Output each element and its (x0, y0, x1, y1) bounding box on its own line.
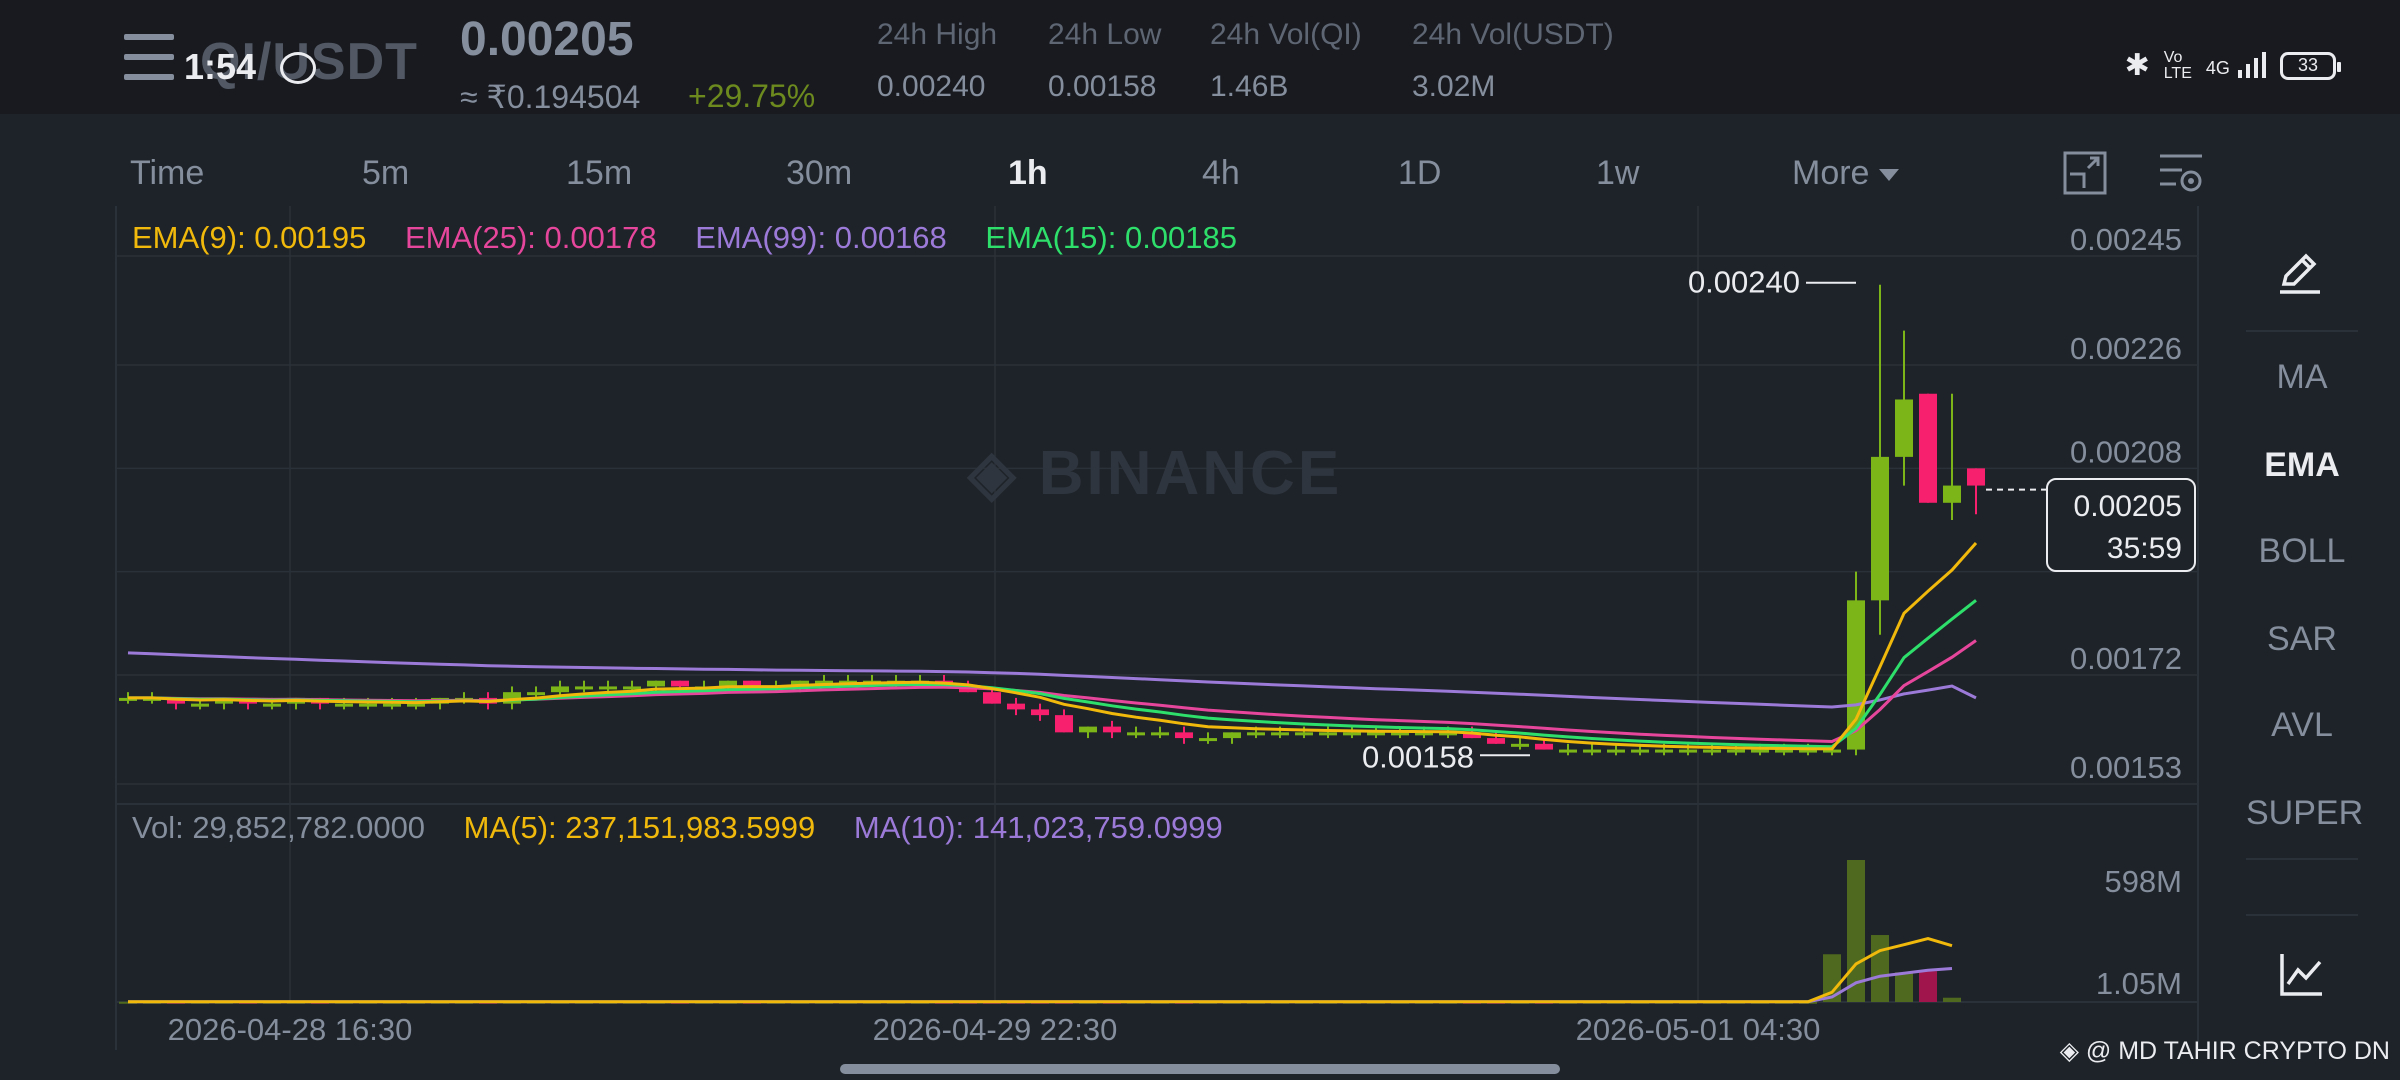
candle-body (1943, 485, 1961, 503)
pencil-draw-icon[interactable] (2276, 248, 2324, 296)
candle-body (1655, 749, 1673, 753)
candle-body (551, 686, 569, 693)
candle-body (1103, 726, 1121, 733)
indicator-boll[interactable]: BOLL (2246, 532, 2358, 571)
vol-ma5-legend: MA(5): 237,151,983.5999 (463, 810, 816, 845)
high-price-label: 0.00240 (1688, 265, 1800, 300)
ema25-legend: EMA(25): 0.00178 (404, 220, 657, 255)
candle-body (1895, 399, 1913, 457)
candle-body (671, 680, 689, 687)
vol-tick-label: 1.05M (2096, 966, 2182, 1001)
y-tick-label: 0.00208 (2070, 434, 2182, 469)
candle-body (1703, 749, 1721, 753)
candle-body (1271, 732, 1289, 736)
vol-ma10-legend: MA(10): 141,023,759.0999 (853, 810, 1223, 845)
volume-legend: Vol: 29,852,782.0000 MA(5): 237,151,983.… (132, 810, 1253, 846)
candle-body (1199, 738, 1217, 742)
credit-text: @ MD TAHIR CRYPTO DN (2085, 1037, 2390, 1065)
indicator-sar[interactable]: SAR (2246, 620, 2358, 659)
credit-watermark: ◈ @ MD TAHIR CRYPTO DN (2060, 1036, 2390, 1066)
binance-watermark: ◈ BINANCE (966, 439, 1342, 508)
low-price-label: 0.00158 (1362, 739, 1474, 774)
candle-body (1583, 749, 1601, 753)
candle-body (1535, 743, 1553, 750)
sidebar-divider (2246, 858, 2358, 860)
candle-body (1511, 743, 1529, 747)
indicator-ma[interactable]: MA (2246, 358, 2358, 397)
ema25-line (128, 639, 1977, 744)
candle-body (1607, 749, 1625, 753)
candle-body (1223, 732, 1241, 739)
candle-body (1247, 732, 1265, 736)
candle-body (1031, 709, 1049, 716)
ema-legend: EMA(9): 0.00195 EMA(25): 0.00178 EMA(99)… (132, 220, 1267, 256)
vol-legend: Vol: 29,852,782.0000 (132, 810, 426, 845)
y-tick-label: 0.00245 (2070, 222, 2182, 257)
candle-body (191, 703, 209, 707)
current-price-tag[interactable]: 0.00205 35:59 (2046, 478, 2196, 572)
candle-body (1967, 468, 1985, 486)
candle-countdown: 35:59 (2106, 532, 2182, 565)
x-tick-label: 2026-04-28 16:30 (168, 1012, 413, 1047)
candle-body (1871, 456, 1889, 601)
candle-body (599, 686, 617, 690)
y-tick-label: 0.00172 (2070, 641, 2182, 676)
candle-body (359, 703, 377, 707)
ema15-legend: EMA(15): 0.00185 (985, 220, 1238, 255)
candle-body (1367, 732, 1385, 736)
scroll-handle[interactable] (840, 1064, 1560, 1074)
vol-ma5-line (128, 937, 1953, 1004)
candle-body (1919, 393, 1937, 503)
candle-body (335, 703, 353, 707)
y-tick-label: 0.00226 (2070, 331, 2182, 366)
candle-body (1295, 732, 1313, 736)
ema99-line (127, 651, 1977, 709)
volume-bar (1943, 997, 1961, 1002)
vol-tick-label: 598M (2104, 864, 2182, 899)
candle-body (1679, 749, 1697, 753)
x-tick-label: 2026-04-29 22:30 (873, 1012, 1118, 1047)
y-tick-label: 0.00153 (2070, 750, 2182, 785)
candle-body (1175, 732, 1193, 739)
candle-body (527, 692, 545, 696)
candle-body (1631, 749, 1649, 753)
volume-bar (1895, 972, 1913, 1002)
candle-body (1151, 732, 1169, 736)
sidebar-divider (2246, 914, 2358, 916)
indicator-avl[interactable]: AVL (2246, 706, 2358, 745)
ema99-legend: EMA(99): 0.00168 (695, 220, 947, 255)
candle-body (1007, 703, 1025, 710)
candle-body (383, 703, 401, 707)
price-chart[interactable]: 0.002450.002260.002080.001900.001720.001… (0, 0, 2400, 1080)
line-chart-icon[interactable] (2278, 950, 2326, 998)
vol-ma10-line (128, 967, 1953, 1004)
candle-body (623, 686, 641, 690)
candle-body (1727, 749, 1745, 753)
candle-body (1343, 732, 1361, 736)
candle-body (1319, 732, 1337, 736)
candle-body (983, 692, 1001, 704)
candle-body (1079, 726, 1097, 733)
candle-body (647, 680, 665, 687)
indicator-super[interactable]: SUPER (2246, 794, 2363, 833)
volume-bar (1919, 971, 1937, 1002)
binance-logo-icon: ◈ (2059, 1037, 2079, 1065)
candle-body (263, 703, 281, 707)
ema9-legend: EMA(9): 0.00195 (132, 220, 367, 255)
volume-bar (1871, 935, 1889, 1002)
candle-body (1751, 749, 1769, 753)
candle-body (407, 703, 425, 707)
candle-body (1127, 732, 1145, 736)
candle-body (1559, 749, 1577, 753)
candle-body (1055, 715, 1073, 733)
sidebar-divider (2246, 330, 2358, 332)
current-price: 0.00205 (2073, 490, 2182, 523)
indicator-ema[interactable]: EMA (2246, 446, 2358, 485)
candle-body (575, 686, 593, 690)
candle-body (1487, 738, 1505, 744)
ema9-line (128, 542, 1978, 751)
x-tick-label: 2026-05-01 04:30 (1576, 1012, 1821, 1047)
